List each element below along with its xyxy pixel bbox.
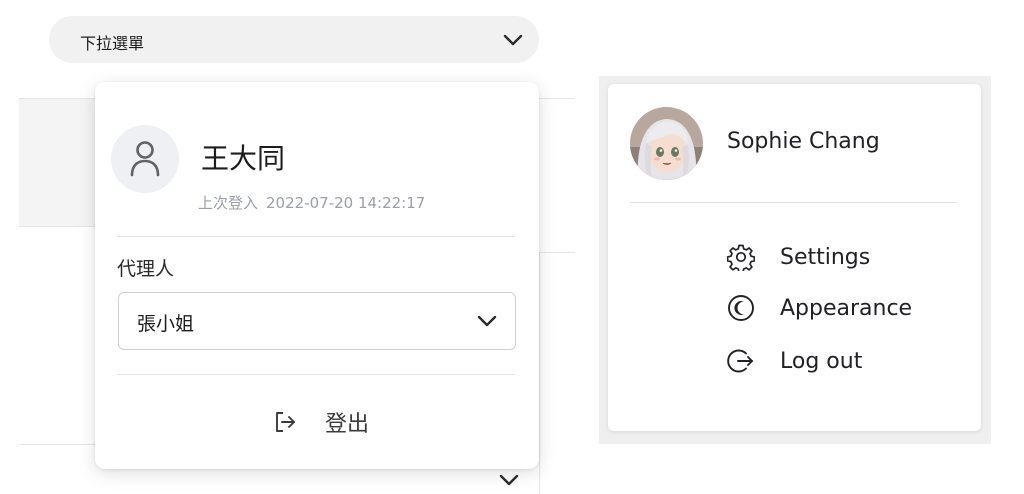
background-divider xyxy=(19,444,95,445)
user-icon xyxy=(130,141,160,177)
chevron-down-icon xyxy=(503,34,523,46)
divider xyxy=(117,374,515,375)
profile-menu: Sophie Chang Settings Appearance Log out xyxy=(608,84,981,431)
menu-item-logout[interactable]: Log out xyxy=(726,346,862,376)
divider xyxy=(630,202,957,203)
background-divider xyxy=(539,252,540,494)
user-dropdown-menu: 王大同 上次登入 2022-07-20 14:22:17 代理人 張小姐 登出 xyxy=(95,82,539,469)
chevron-down-icon[interactable] xyxy=(496,470,522,490)
proxy-select[interactable]: 張小姐 xyxy=(118,292,516,350)
menu-item-label: Settings xyxy=(780,244,871,270)
menu-item-label: Log out xyxy=(780,348,863,374)
background-divider xyxy=(539,252,575,253)
menu-item-settings[interactable]: Settings xyxy=(726,242,870,272)
dropdown-trigger[interactable]: 下拉選單 xyxy=(49,16,539,63)
last-login: 上次登入 2022-07-20 14:22:17 xyxy=(198,192,425,213)
gear-icon xyxy=(726,242,756,272)
profile-name: Sophie Chang xyxy=(727,129,880,154)
last-login-label: 上次登入 xyxy=(198,194,259,212)
background-divider xyxy=(539,98,575,99)
chevron-down-icon xyxy=(477,315,497,327)
menu-item-label: Appearance xyxy=(780,295,913,321)
logout-icon xyxy=(276,412,295,432)
divider xyxy=(117,236,515,237)
anime-avatar-image xyxy=(630,107,703,180)
logout-label: 登出 xyxy=(325,412,370,437)
logout-icon xyxy=(726,346,756,376)
proxy-select-value: 張小姐 xyxy=(137,313,195,335)
proxy-label: 代理人 xyxy=(117,258,175,280)
logout-button[interactable]: 登出 xyxy=(273,407,369,437)
background-divider xyxy=(19,98,95,99)
avatar xyxy=(111,125,179,193)
background-panel xyxy=(19,98,95,226)
dropdown-trigger-label: 下拉選單 xyxy=(80,34,145,53)
moon-icon xyxy=(726,293,756,323)
avatar[interactable] xyxy=(630,107,703,180)
last-login-time: 2022-07-20 14:22:17 xyxy=(266,194,426,212)
background-divider xyxy=(19,226,95,227)
user-name: 王大同 xyxy=(201,142,286,175)
menu-item-appearance[interactable]: Appearance xyxy=(726,293,912,323)
